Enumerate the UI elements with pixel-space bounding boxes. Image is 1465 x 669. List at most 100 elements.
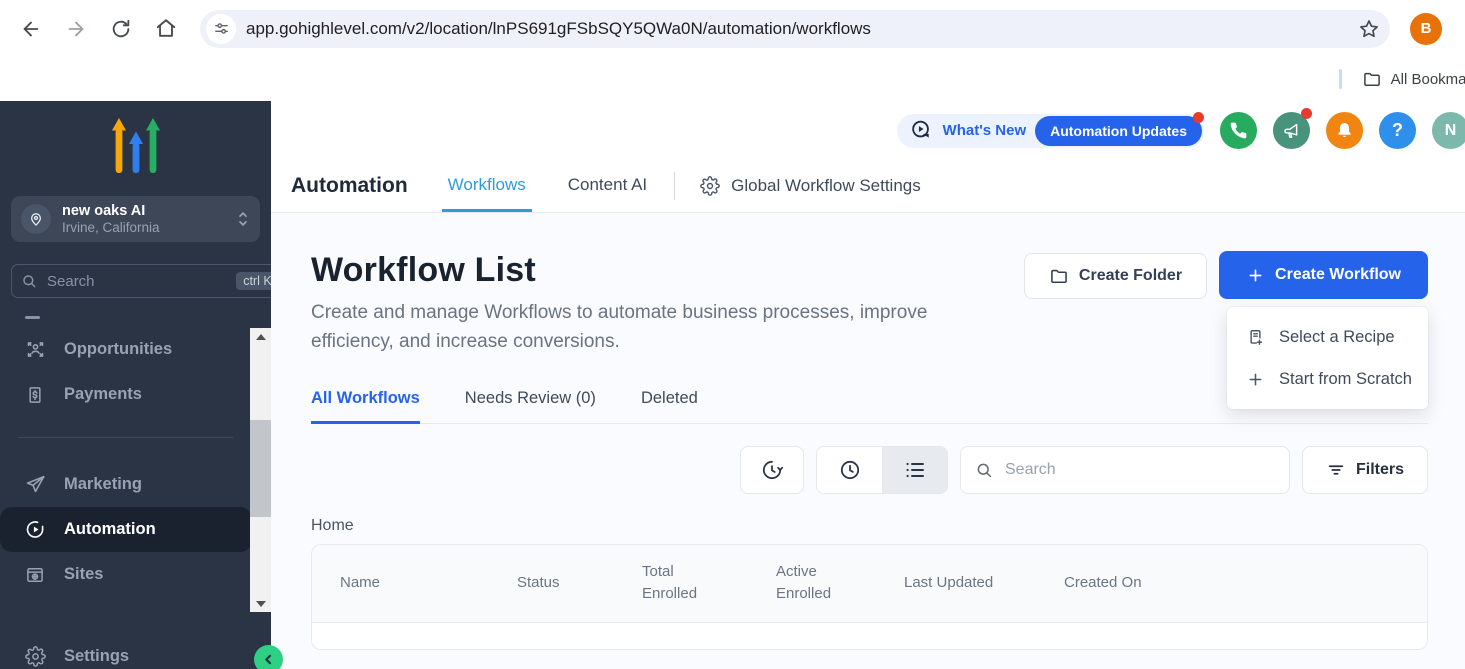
tab-needs-review[interactable]: Needs Review (0) — [465, 389, 596, 424]
phone-button[interactable] — [1220, 112, 1257, 149]
whats-new-label: What's New — [943, 122, 1027, 139]
browser-toolbar: app.gohighlevel.com/v2/location/lnPS691g… — [0, 0, 1465, 57]
home-button[interactable] — [149, 12, 183, 46]
sidebar-item-sites[interactable]: Sites — [0, 552, 271, 597]
sidebar-nav: Opportunities Payments Marketing Aut — [0, 316, 271, 597]
chevron-up-down-icon — [236, 210, 250, 228]
menu-item-select-recipe[interactable]: Select a Recipe — [1227, 316, 1428, 358]
sidebar-collapse-button[interactable] — [254, 645, 283, 669]
main-area: What's New Automation Updates — [271, 101, 1465, 669]
search-icon — [21, 273, 37, 289]
back-button[interactable] — [14, 12, 48, 46]
automation-updates-badge[interactable]: Automation Updates — [1035, 116, 1202, 146]
page-title: Automation — [291, 174, 408, 198]
chevron-left-icon — [261, 652, 276, 667]
workflow-list-subtitle: Create and manage Workflows to automate … — [311, 298, 1011, 357]
notification-dot — [1193, 112, 1204, 123]
history-icon — [760, 458, 784, 482]
column-header-total-enrolled: Total Enrolled — [642, 561, 708, 606]
table-body — [312, 623, 1427, 649]
sidebar-item-payments[interactable]: Payments — [0, 372, 271, 417]
help-button[interactable]: ? — [1379, 112, 1416, 149]
search-icon — [975, 461, 993, 479]
back-icon — [20, 17, 42, 41]
user-avatar[interactable]: N — [1432, 112, 1465, 149]
plus-icon — [1245, 370, 1265, 389]
recent-view-button[interactable] — [817, 447, 882, 493]
tab-content-ai[interactable]: Content AI — [562, 160, 653, 212]
logo-arrows — [112, 118, 160, 173]
sidebar-search-input[interactable] — [45, 272, 236, 291]
tab-deleted[interactable]: Deleted — [641, 389, 698, 424]
gear-icon — [23, 646, 47, 667]
sidebar-item-label: Settings — [64, 647, 129, 666]
sidebar-item-automation[interactable]: Automation — [0, 507, 252, 552]
forward-button[interactable] — [59, 12, 93, 46]
location-pin-icon — [21, 204, 51, 234]
sidebar-divider — [18, 437, 233, 438]
column-header-name: Name — [340, 572, 517, 595]
all-bookmarks-label[interactable]: All Bookmark — [1391, 71, 1465, 88]
url-bar[interactable]: app.gohighlevel.com/v2/location/lnPS691g… — [200, 10, 1390, 48]
global-workflow-settings-link[interactable]: Global Workflow Settings — [700, 176, 921, 196]
list-icon — [903, 458, 927, 482]
sidebar-item-label: Automation — [64, 520, 156, 539]
browser-profile-avatar[interactable]: B — [1410, 13, 1442, 45]
scrollbar-thumb[interactable] — [250, 420, 271, 517]
location-name: new oaks AI — [62, 202, 236, 220]
marketing-icon — [23, 474, 47, 495]
workflow-table: Name Status Total Enrolled Active Enroll… — [311, 544, 1428, 650]
workflow-search[interactable] — [960, 446, 1290, 494]
view-toggle — [816, 446, 948, 494]
announcements-button[interactable] — [1273, 112, 1310, 149]
sidebar-item-marketing[interactable]: Marketing — [0, 462, 271, 507]
create-workflow-button[interactable]: Create Workflow — [1219, 251, 1428, 299]
folder-icon — [1049, 266, 1069, 286]
column-header-status: Status — [517, 572, 642, 595]
column-header-last-updated: Last Updated — [904, 572, 1064, 595]
home-icon — [155, 17, 177, 40]
scrollbar-down-arrow[interactable] — [250, 595, 271, 612]
bookmarks-bar: All Bookmark — [0, 57, 1465, 101]
sidebar-item-label: Marketing — [64, 475, 142, 494]
plus-icon — [1246, 266, 1265, 285]
bookmarks-folder-icon — [1362, 69, 1382, 89]
scrollbar-up-arrow[interactable] — [250, 328, 271, 345]
whats-new-button[interactable]: What's New Automation Updates — [897, 114, 1204, 148]
header-divider — [674, 172, 675, 200]
history-button[interactable] — [740, 446, 804, 494]
notifications-button[interactable] — [1326, 112, 1363, 149]
workflow-list-title: Workflow List — [311, 251, 1011, 290]
location-switcher[interactable]: new oaks AI Irvine, California — [11, 196, 260, 242]
phone-icon — [1229, 121, 1248, 140]
filters-button[interactable]: Filters — [1302, 446, 1428, 494]
list-view-button[interactable] — [882, 447, 947, 493]
tab-all-workflows[interactable]: All Workflows — [311, 389, 420, 424]
site-settings-icon[interactable] — [206, 14, 236, 44]
menu-item-start-from-scratch[interactable]: Start from Scratch — [1227, 358, 1428, 400]
scrolled-item-remnant — [25, 316, 40, 319]
sidebar-item-opportunities[interactable]: Opportunities — [0, 327, 271, 372]
workflow-search-input[interactable] — [1003, 460, 1275, 480]
reload-button[interactable] — [104, 12, 138, 46]
forward-icon — [65, 17, 87, 41]
breadcrumb[interactable]: Home — [311, 517, 1428, 535]
megaphone-icon — [1282, 121, 1301, 140]
reload-icon — [110, 18, 132, 40]
gohighlevel-logo — [0, 101, 271, 196]
bell-icon — [1335, 121, 1354, 140]
topbar: What's New Automation Updates — [897, 112, 1465, 149]
create-folder-button[interactable]: Create Folder — [1024, 253, 1207, 299]
bookmark-star-button[interactable] — [1358, 18, 1380, 40]
column-header-active-enrolled: Active Enrolled — [776, 561, 842, 606]
url-text[interactable]: app.gohighlevel.com/v2/location/lnPS691g… — [246, 19, 1358, 39]
sidebar-item-settings[interactable]: Settings — [0, 634, 294, 669]
sidebar-search[interactable]: ctrl K — [11, 264, 286, 298]
list-toolbar: Filters — [311, 446, 1428, 494]
sidebar-scrollbar[interactable] — [250, 328, 271, 612]
automation-icon — [23, 519, 47, 540]
opportunities-icon — [23, 339, 47, 360]
browser-chrome: app.gohighlevel.com/v2/location/lnPS691g… — [0, 0, 1465, 101]
global-workflow-settings-label: Global Workflow Settings — [731, 176, 921, 196]
tab-workflows[interactable]: Workflows — [442, 160, 532, 212]
